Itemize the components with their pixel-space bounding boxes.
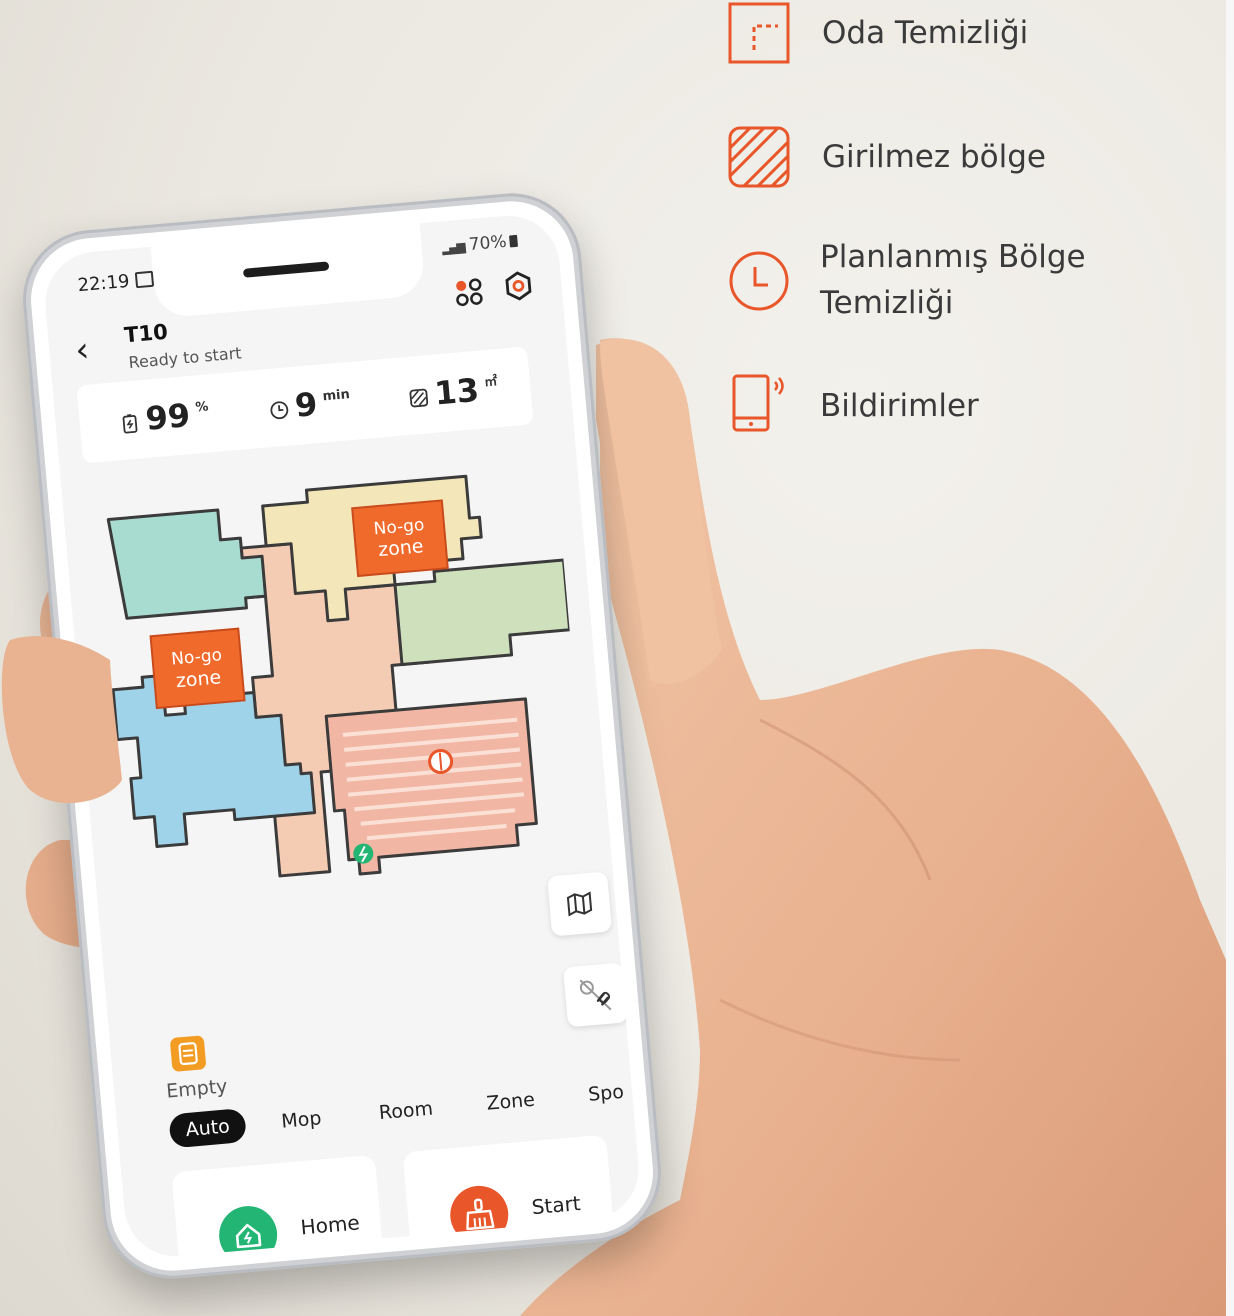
no-go-zone-2-line2: zone [175, 666, 222, 692]
right-edge-strip [1226, 0, 1234, 1316]
status-right: ▂▄▆ 70% [441, 231, 519, 258]
battery-unit: % [194, 399, 210, 416]
stat-area: 13 ㎡ [407, 369, 500, 415]
signal-icon: ▂▄▆ [441, 239, 465, 256]
phone-bezel: 22:19 ▂▄▆ 70% ‹ T10 Ready to start 99 % … [25, 196, 659, 1276]
room-teal [106, 508, 268, 620]
water-tank-status: Empty [165, 1075, 229, 1103]
battery-value: 99 [143, 396, 192, 438]
mode-tab-mop[interactable]: Mop [280, 1107, 322, 1132]
gallery-icon [134, 270, 155, 289]
map-icon [566, 891, 593, 917]
floor-map[interactable]: No-go zone No-go zone [86, 450, 593, 929]
area-value: 13 [432, 370, 481, 413]
home-label: Home [299, 1210, 361, 1240]
area-icon [409, 388, 429, 408]
time-unit: min [321, 387, 351, 405]
unlink-icon [579, 979, 612, 1011]
no-go-zone-1-line2: zone [377, 535, 424, 561]
mode-tab-auto[interactable]: Auto [168, 1107, 248, 1149]
back-arrow-icon[interactable]: ‹ [74, 330, 91, 371]
apps-icon[interactable] [453, 276, 486, 309]
water-tank-icon [169, 1035, 207, 1073]
home-button[interactable]: Home [171, 1154, 386, 1261]
speaker [242, 261, 330, 278]
battery-charge-icon [122, 414, 138, 434]
room-green [393, 558, 572, 666]
time-value: 9 [293, 384, 319, 425]
broom-icon [447, 1183, 511, 1247]
home-icon [216, 1203, 280, 1261]
map-view-button[interactable] [547, 871, 613, 937]
clock-small-icon [270, 401, 289, 420]
area-unit: ㎡ [483, 374, 498, 391]
device-status: Ready to start [127, 343, 243, 373]
stat-time: 9 min [267, 382, 352, 427]
link-toggle-button[interactable] [563, 962, 629, 1028]
mode-tab-spot[interactable]: Spo [587, 1081, 625, 1106]
notch [150, 223, 426, 319]
mode-tab-room[interactable]: Room [378, 1098, 434, 1125]
settings-icon[interactable] [502, 270, 535, 303]
battery-icon [509, 234, 519, 248]
app-screen: 22:19 ▂▄▆ 70% ‹ T10 Ready to start 99 % … [41, 211, 643, 1261]
phone-device: 22:19 ▂▄▆ 70% ‹ T10 Ready to start 99 % … [17, 187, 667, 1285]
status-time: 22:19 [76, 270, 131, 297]
battery-percent: 70% [468, 231, 508, 256]
device-name: T10 [123, 319, 169, 348]
stat-battery: 99 % [118, 394, 211, 440]
start-button[interactable]: Start [402, 1134, 617, 1261]
mode-tab-zone[interactable]: Zone [486, 1089, 536, 1115]
start-label: Start [530, 1191, 582, 1220]
